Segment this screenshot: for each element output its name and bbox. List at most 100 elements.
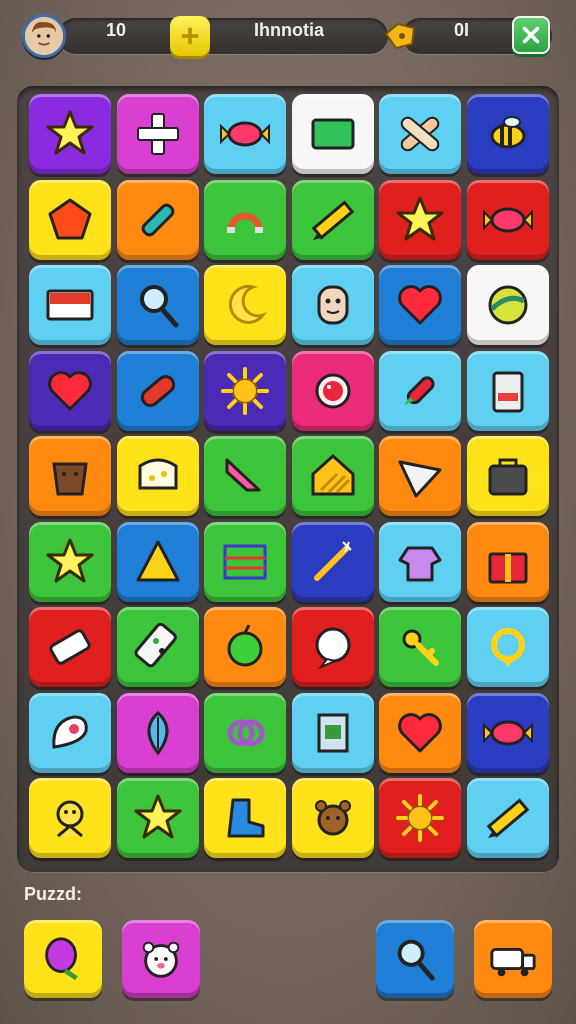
tile-r3-c1[interactable] [29,265,111,345]
tile-r3-c3[interactable] [204,265,286,345]
footer-button-truck[interactable] [474,920,552,998]
tile-r1-c6[interactable] [466,94,549,174]
bag-icon [488,458,527,496]
tile-r6-c3[interactable] [204,521,286,602]
candy-icon [482,207,533,232]
tile-r3-c4[interactable] [291,265,374,345]
tile-r1-c2[interactable] [116,94,199,174]
tile-r2-c6[interactable] [466,179,549,260]
eraser-icon [49,629,91,665]
domino-icon [134,622,177,668]
close-button[interactable] [512,16,550,54]
tile-r9-c4[interactable] [291,778,374,858]
tile-r6-c1[interactable] [29,521,111,602]
heart-icon [48,370,92,410]
heart-icon [398,712,442,752]
bee-icon [490,116,525,149]
ghost-icon [52,714,88,749]
tile-r1-c1[interactable] [29,94,111,174]
tile-r8-c3[interactable] [204,692,286,773]
magnifier-icon [139,285,178,328]
puzzle-board [17,86,559,872]
house-icon [311,453,354,496]
moon-icon [228,284,268,324]
tile-r4-c5[interactable] [379,350,461,431]
tile-r7-c5[interactable] [379,607,461,687]
tile-r9-c6[interactable] [466,778,549,858]
tile-r6-c5[interactable] [379,521,461,602]
puzzle-label: Puzzd: [24,884,82,904]
tile-r1-c4[interactable] [291,94,374,174]
avatar-face [25,17,63,55]
footer-button-balloon[interactable] [24,920,102,998]
tile-r6-c2[interactable] [116,521,199,602]
jar-icon [492,371,523,412]
tile-r8-c6[interactable] [466,692,549,773]
hud-center-label: Ihnnotia [254,20,324,40]
tile-r5-c1[interactable] [29,436,111,516]
tile-r8-c2[interactable] [116,692,199,773]
cookie-icon [315,373,350,408]
tile-r7-c2[interactable] [116,607,199,687]
tile-r5-c4[interactable] [291,436,374,516]
player-avatar-icon[interactable] [22,14,66,58]
tile-r9-c3[interactable] [204,778,286,858]
tile-r4-c3[interactable] [204,350,286,431]
tile-r8-c4[interactable] [291,692,374,773]
sun-icon [396,794,444,842]
tile-r5-c2[interactable] [116,436,199,516]
tile-r9-c5[interactable] [379,778,461,858]
key-icon [402,629,439,666]
tile-r5-c5[interactable] [379,436,461,516]
ball-icon [488,285,527,325]
crayon-icon [225,458,261,492]
tile-r6-c6[interactable] [466,521,549,602]
tile-r2-c2[interactable] [116,179,199,260]
tile-r4-c4[interactable] [291,350,374,431]
shirt-icon [398,546,442,581]
tile-r7-c3[interactable] [204,607,286,687]
tile-r2-c5[interactable] [379,179,461,260]
tile-r5-c3[interactable] [204,436,286,516]
footer-button-polar-bear[interactable] [122,920,200,998]
tile-r8-c5[interactable] [379,692,461,773]
tile-r1-c5[interactable] [379,94,461,174]
pencil-icon [486,798,529,838]
hud-right-value: 0I [454,20,470,40]
green-card-icon [311,118,354,150]
close-x-icon [522,26,540,44]
tile-r8-c1[interactable] [29,692,111,773]
tile-r2-c1[interactable] [29,179,111,260]
tile-r7-c6[interactable] [466,607,549,687]
tile-r9-c2[interactable] [116,778,199,858]
chat-icon [315,627,350,670]
tile-r2-c4[interactable] [291,179,374,260]
face-icon [317,285,348,325]
tile-r9-c1[interactable] [29,778,111,858]
tile-r2-c3[interactable] [204,179,286,260]
tile-r7-c1[interactable] [29,607,111,687]
boot-icon [227,798,265,838]
frame-icon [317,713,348,752]
footer-button-magnifier[interactable] [376,920,454,998]
tile-r3-c5[interactable] [379,265,461,345]
top-hud: 10 Ihnnotia 0I [18,12,558,62]
tile-r4-c6[interactable] [466,350,549,431]
tile-r7-c4[interactable] [291,607,374,687]
wand-icon [313,540,352,581]
tile-r3-c6[interactable] [466,265,549,345]
apple-icon [227,624,263,667]
tile-r4-c1[interactable] [29,350,111,431]
alien-icon [56,800,84,838]
tile-r6-c4[interactable] [291,521,374,602]
star-icon [134,794,181,839]
cone-icon [398,460,442,498]
tile-r1-c3[interactable] [204,94,286,174]
heart-icon [398,285,442,325]
tile-r5-c6[interactable] [466,436,549,516]
tile-r3-c2[interactable] [116,265,199,345]
tile-r4-c2[interactable] [116,350,199,431]
truck-icon [490,947,536,977]
add-button[interactable] [170,16,210,56]
hud-left-value: 10 [106,20,127,40]
